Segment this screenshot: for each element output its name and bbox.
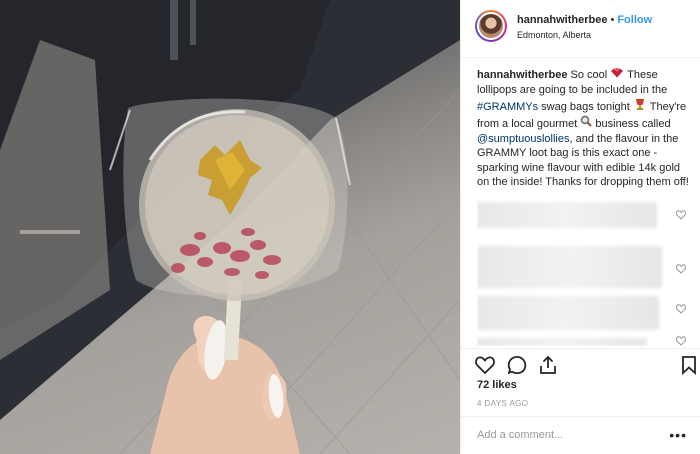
hashtag-link[interactable]: #GRAMMYs [477,101,538,113]
add-comment-placeholder[interactable]: Add a comment... [477,429,563,441]
caption-username[interactable]: hannahwitherbee [477,69,567,81]
likes-count[interactable]: 72 likes [477,379,517,391]
share-icon[interactable] [538,355,558,375]
caption-text-3: swag bags tonight [538,100,633,113]
follow-button[interactable]: Follow [617,14,652,26]
comment-heart-icon[interactable] [675,210,687,223]
blurred-comment [477,202,657,228]
magnifier-emoji-icon [580,115,593,132]
lollipop-photo [0,0,460,454]
comments-list[interactable]: hannahwitherbee So cool These lollipops … [477,68,691,346]
gem-heart-emoji-icon [610,68,624,83]
blurred-comment [477,246,662,288]
bookmark-icon[interactable] [679,355,699,376]
blurred-comment [477,296,659,330]
post-side-panel: hannahwitherbee • Follow Edmonton, Alberta… [460,0,700,454]
comment-heart-icon[interactable] [675,264,687,277]
mention-link[interactable]: @sumptuouslollies [477,133,570,145]
post-photo[interactable] [0,0,460,454]
trophy-emoji-icon [633,98,647,115]
blurred-comment [477,338,647,346]
post-timestamp[interactable]: 4 DAYS AGO [477,399,528,408]
avatar[interactable] [475,10,507,42]
caption-text-1: So cool [570,69,611,81]
add-comment-field[interactable]: Add a comment... ••• [461,416,700,454]
comment-icon[interactable] [507,355,527,375]
location-link[interactable]: Edmonton, Alberta [517,30,591,40]
separator-dot: • [610,14,615,26]
heart-icon[interactable] [475,355,495,375]
more-options-icon[interactable]: ••• [669,427,687,443]
username-link[interactable]: hannahwitherbee [517,14,607,26]
header-user-line: hannahwitherbee • Follow [517,14,652,26]
post-actions: 72 likes 4 DAYS AGO [461,348,700,408]
post-caption: hannahwitherbee So cool These lollipops … [477,68,691,189]
caption-text-5: business called [592,117,671,130]
comment-heart-icon[interactable] [675,304,687,317]
post-header: hannahwitherbee • Follow Edmonton, Alberta [461,0,700,58]
